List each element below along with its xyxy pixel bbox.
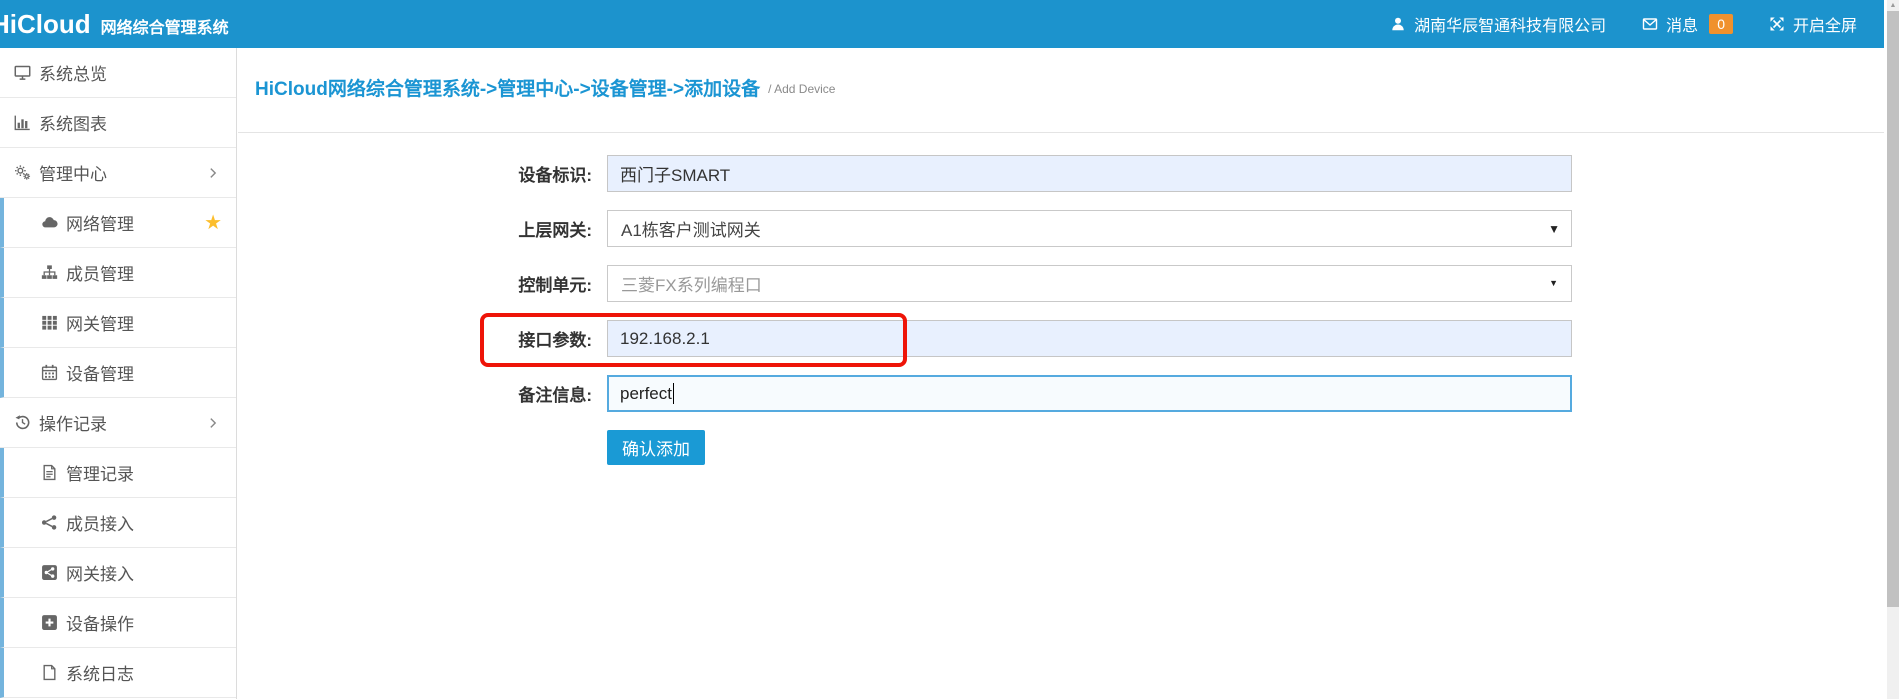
- scrollbar-thumb[interactable]: [1887, 11, 1899, 607]
- plus-square-icon: [41, 614, 58, 631]
- fullscreen-label: 开启全屏: [1793, 12, 1857, 36]
- breadcrumb-suffix: / Add Device: [768, 82, 835, 96]
- device-id-label: 设备标识:: [238, 161, 592, 186]
- remark-label: 备注信息:: [238, 381, 592, 406]
- add-device-form: 设备标识: 上层网关: A1栋客户测试网关 ▼ 控制单元: 三菱FX系列编程口 …: [238, 133, 1884, 465]
- upper-gateway-value: A1栋客户测试网关: [621, 216, 761, 241]
- app-logo: HiCloud: [0, 9, 91, 40]
- form-row-control-unit: 控制单元: 三菱FX系列编程口 ▼: [238, 265, 1884, 302]
- upper-gateway-label: 上层网关:: [238, 216, 592, 241]
- breadcrumb: HiCloud网络综合管理系统->管理中心->设备管理->添加设备: [255, 74, 760, 101]
- fullscreen-toggle[interactable]: 开启全屏: [1769, 12, 1857, 36]
- monitor-icon: [14, 64, 31, 81]
- control-unit-value: 三菱FX系列编程口: [621, 271, 762, 296]
- sidebar-item-label: 系统总览: [39, 60, 107, 85]
- form-row-upper-gateway: 上层网关: A1栋客户测试网关 ▼: [238, 210, 1884, 247]
- file-icon: [41, 664, 58, 681]
- confirm-add-button[interactable]: 确认添加: [607, 430, 705, 465]
- caret-down-icon: ▼: [1549, 279, 1558, 288]
- share-square-icon: [41, 564, 58, 581]
- main-content: HiCloud网络综合管理系统->管理中心->设备管理->添加设备 / Add …: [238, 48, 1884, 699]
- sidebar-item-member-management[interactable]: 成员管理: [0, 248, 236, 298]
- topbar: HiCloud 网络综合管理系统 湖南华辰智通科技有限公司 消息 0 开启全屏: [0, 0, 1899, 48]
- vertical-scrollbar: ▲: [1884, 0, 1899, 699]
- file-text-icon: [41, 464, 58, 481]
- remark-value: perfect: [620, 384, 672, 404]
- sidebar-item-network-management[interactable]: 网络管理 ★: [0, 198, 236, 248]
- grid-icon: [41, 314, 58, 331]
- sidebar-item-label: 操作记录: [39, 410, 107, 435]
- form-row-interface-params: 接口参数:: [238, 320, 1884, 357]
- sidebar-item-label: 网关接入: [66, 560, 134, 585]
- brand: HiCloud 网络综合管理系统: [0, 9, 229, 40]
- favorite-star-icon[interactable]: ★: [204, 213, 222, 233]
- sidebar-item-label: 管理中心: [39, 160, 107, 185]
- bar-chart-icon: [14, 114, 31, 131]
- caret-down-icon: ▼: [1548, 223, 1560, 235]
- sidebar-item-management-records[interactable]: 管理记录: [0, 448, 236, 498]
- sidebar-item-label: 设备管理: [66, 360, 134, 385]
- sidebar-item-label: 管理记录: [66, 460, 134, 485]
- gears-icon: [14, 164, 31, 181]
- sidebar-item-system-overview[interactable]: 系统总览: [0, 48, 236, 98]
- calendar-icon: [41, 364, 58, 381]
- fullscreen-expand-icon: [1769, 16, 1785, 32]
- messages-label: 消息: [1666, 12, 1698, 36]
- sitemap-icon: [41, 264, 58, 281]
- envelope-icon: [1642, 16, 1658, 32]
- sidebar-item-label: 成员管理: [66, 260, 134, 285]
- sidebar-item-label: 网关管理: [66, 310, 134, 335]
- sidebar-item-system-charts[interactable]: 系统图表: [0, 98, 236, 148]
- upper-gateway-select[interactable]: A1栋客户测试网关 ▼: [607, 210, 1572, 247]
- messages-menu[interactable]: 消息 0: [1642, 12, 1733, 36]
- sidebar: 系统总览 系统图表 管理中心 网络管理 ★ 成员管理 网关管理: [0, 48, 237, 699]
- control-unit-select[interactable]: 三菱FX系列编程口 ▼: [607, 265, 1572, 302]
- remark-input[interactable]: perfect: [607, 375, 1572, 412]
- history-icon: [14, 414, 31, 431]
- sidebar-item-label: 成员接入: [66, 510, 134, 535]
- user-icon: [1390, 16, 1406, 32]
- sidebar-item-device-operations[interactable]: 设备操作: [0, 598, 236, 648]
- interface-params-label: 接口参数:: [238, 326, 592, 351]
- sidebar-item-member-access[interactable]: 成员接入: [0, 498, 236, 548]
- text-cursor: [673, 383, 674, 404]
- scrollbar-up-arrow-icon[interactable]: ▲: [1887, 2, 1899, 9]
- sidebar-item-management-center[interactable]: 管理中心: [0, 148, 236, 198]
- interface-params-input[interactable]: [607, 320, 1572, 357]
- chevron-right-icon: [206, 166, 220, 180]
- sidebar-item-label: 设备操作: [66, 610, 134, 635]
- topbar-right: 湖南华辰智通科技有限公司 消息 0 开启全屏: [1390, 12, 1857, 36]
- sidebar-item-system-logs[interactable]: 系统日志: [0, 648, 236, 698]
- device-id-input[interactable]: [607, 155, 1572, 192]
- sidebar-item-label: 系统图表: [39, 110, 107, 135]
- sidebar-item-gateway-management[interactable]: 网关管理: [0, 298, 236, 348]
- form-row-remark: 备注信息: perfect: [238, 375, 1884, 412]
- app-title: 网络综合管理系统: [101, 14, 229, 38]
- sidebar-item-label: 系统日志: [66, 660, 134, 685]
- form-row-device-id: 设备标识:: [238, 155, 1884, 192]
- sidebar-item-label: 网络管理: [66, 210, 134, 235]
- control-unit-label: 控制单元:: [238, 271, 592, 296]
- share-icon: [41, 514, 58, 531]
- company-name: 湖南华辰智通科技有限公司: [1414, 12, 1606, 36]
- chevron-right-icon: [206, 416, 220, 430]
- sidebar-item-gateway-access[interactable]: 网关接入: [0, 548, 236, 598]
- messages-count-badge: 0: [1709, 14, 1733, 34]
- breadcrumb-bar: HiCloud网络综合管理系统->管理中心->设备管理->添加设备 / Add …: [238, 48, 1884, 133]
- sidebar-item-operation-records[interactable]: 操作记录: [0, 398, 236, 448]
- cloud-icon: [41, 214, 58, 231]
- company-menu[interactable]: 湖南华辰智通科技有限公司: [1390, 12, 1606, 36]
- sidebar-item-device-management[interactable]: 设备管理: [0, 348, 236, 398]
